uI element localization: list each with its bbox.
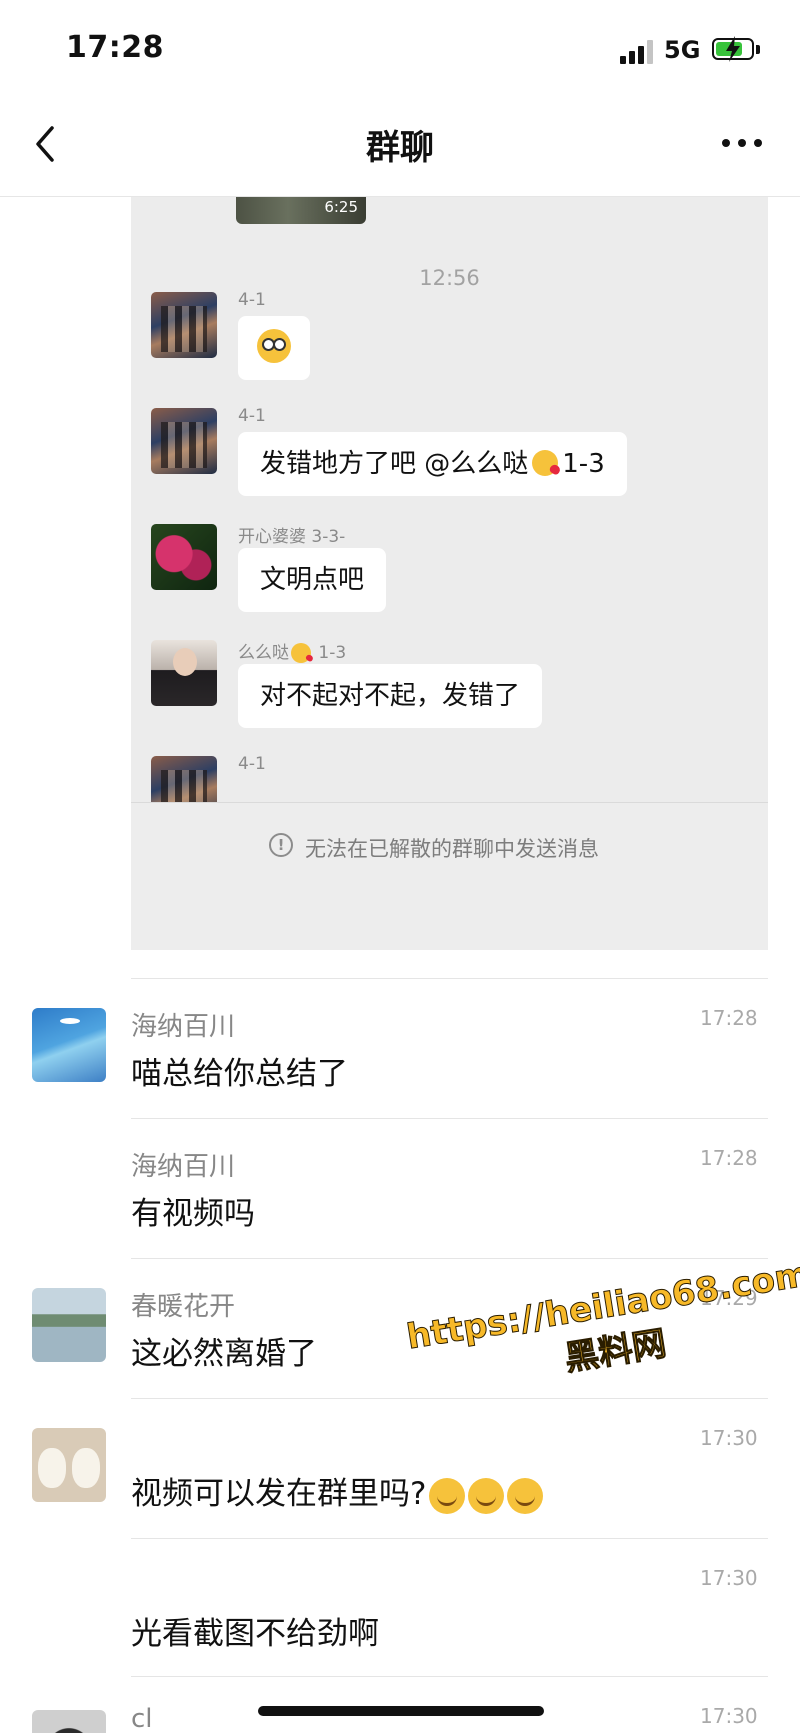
message-text-content: 视频可以发在群里吗? — [131, 1476, 427, 1512]
message-text: 喵总给你总结了 — [131, 1056, 348, 1092]
sender-name: 4-1 — [238, 406, 266, 426]
more-options-icon[interactable] — [722, 132, 764, 152]
avatar[interactable] — [32, 1008, 106, 1082]
divider — [131, 1258, 768, 1259]
avatar — [151, 524, 217, 590]
info-icon: ! — [269, 833, 293, 857]
charging-bolt-icon — [726, 36, 740, 62]
message-time: 17:30 — [700, 1704, 758, 1728]
message-text: 视频可以发在群里吗? — [131, 1468, 544, 1514]
sender-name: 开心婆婆 3-3- — [238, 527, 346, 547]
list-item[interactable]: 17:30 视频可以发在群里吗? — [0, 1398, 800, 1538]
message-time: 17:28 — [700, 1146, 758, 1170]
signal-icon — [620, 38, 656, 64]
divider — [131, 1538, 768, 1539]
network-label: 5G — [664, 36, 701, 64]
sender-name: cl — [131, 1704, 153, 1733]
avatar — [151, 640, 217, 706]
message-text: 发错地方了吧 @么么哒 — [260, 449, 529, 479]
disbanded-notice: ! 无法在已解散的群聊中发送消息 — [131, 803, 768, 950]
message-time: 17:30 — [700, 1566, 758, 1590]
sender-name-suffix: 1-3 — [318, 643, 347, 663]
message-text: 光看截图不给劲啊 — [131, 1616, 379, 1652]
thinking-emoji-icon — [507, 1477, 544, 1514]
message-time: 17:28 — [700, 1006, 758, 1030]
list-item[interactable]: 海纳百川 17:28 有视频吗 — [0, 1118, 800, 1258]
list-item[interactable]: 海纳百川 17:28 喵总给你总结了 — [0, 978, 800, 1118]
list-item[interactable]: 17:30 光看截图不给劲啊 — [0, 1538, 800, 1678]
list-item[interactable]: cl 17:30 — [0, 1676, 800, 1733]
avatar[interactable] — [32, 1288, 106, 1362]
sender-name: 么么哒 1-3 — [238, 638, 346, 663]
avatar[interactable] — [32, 1710, 106, 1733]
sender-name: 4-1 — [238, 754, 266, 774]
home-indicator — [258, 1706, 544, 1716]
sender-name-text: 么么哒 — [238, 643, 289, 663]
message-bubble — [238, 316, 310, 380]
shocked-emoji-icon — [257, 328, 291, 363]
notice-text: 无法在已解散的群聊中发送消息 — [305, 837, 599, 861]
sender-name: 海纳百川 — [131, 1152, 236, 1182]
message-suffix: 1-3 — [562, 449, 605, 479]
chat-screenshot-image[interactable]: 6:25 12:56 4-1 4-1 发错地方了吧 @么么哒 1-3 开心婆婆 3… — [131, 196, 768, 950]
sender-name: 春暖花开 — [131, 1292, 236, 1322]
message-text: 这必然离婚了 — [131, 1336, 317, 1372]
message-bubble: 发错地方了吧 @么么哒 1-3 — [238, 432, 627, 496]
sender-name: 海纳百川 — [131, 1012, 236, 1042]
sender-name: 4-1 — [238, 290, 266, 310]
avatar[interactable] — [32, 1428, 106, 1502]
message-bubble: 对不起对不起，发错了 — [238, 664, 543, 728]
divider — [131, 978, 768, 979]
message-text: 有视频吗 — [131, 1196, 255, 1232]
kiss-emoji-icon — [291, 643, 311, 663]
status-bar: 17:28 5G — [0, 0, 800, 90]
kiss-emoji-icon — [532, 449, 559, 476]
divider — [131, 1676, 768, 1677]
video-duration: 6:25 — [324, 198, 358, 216]
page-title: 群聊 — [366, 128, 434, 168]
message-time: 17:30 — [700, 1426, 758, 1450]
divider — [131, 1118, 768, 1119]
nav-bar: 群聊 — [0, 92, 800, 197]
status-time: 17:28 — [66, 30, 164, 65]
thinking-emoji-icon — [429, 1477, 466, 1514]
message-bubble: 文明点吧 — [238, 548, 387, 612]
avatar — [151, 292, 217, 358]
thinking-emoji-icon — [468, 1477, 505, 1514]
battery-cap — [756, 45, 760, 54]
avatar — [151, 408, 217, 474]
video-thumbnail: 6:25 — [236, 196, 366, 224]
chat-timestamp: 12:56 — [419, 266, 480, 290]
